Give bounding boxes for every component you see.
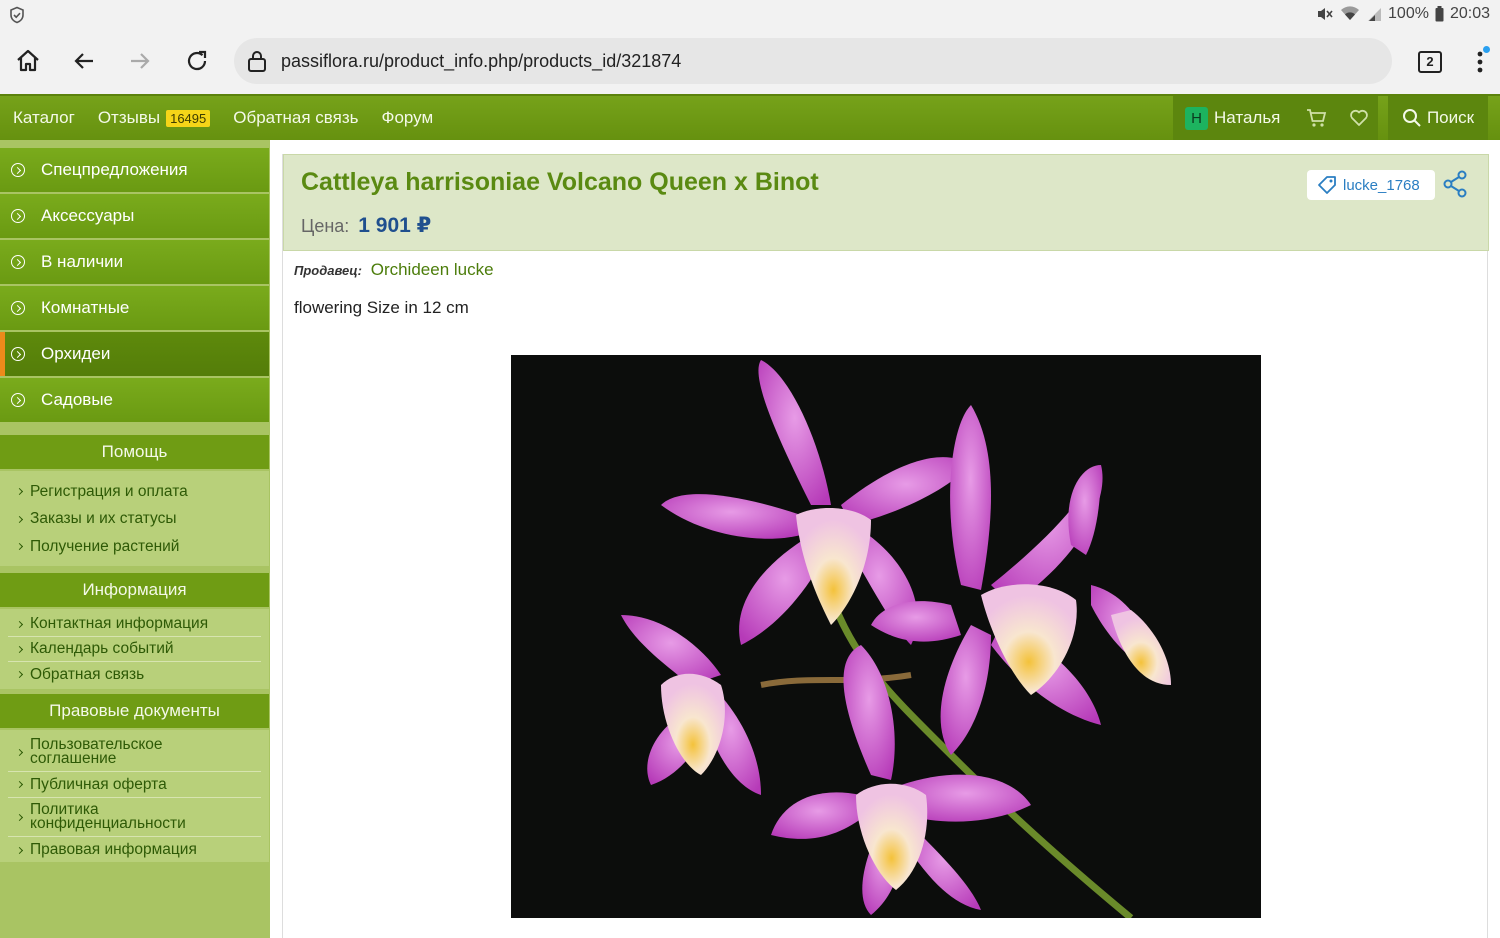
notification-dot — [1483, 46, 1490, 53]
arrow-circle-icon — [11, 209, 25, 223]
arrow-circle-icon — [11, 347, 25, 361]
legal-link-info[interactable]: Правовая информация — [8, 837, 269, 863]
chevron-right-icon — [15, 515, 24, 523]
chevron-right-icon — [15, 488, 24, 496]
signal-icon — [1368, 8, 1382, 21]
legal-link-privacy[interactable]: Политика конфиденциальности — [8, 798, 261, 837]
chevron-right-icon — [15, 846, 24, 854]
price-label: Цена: — [301, 216, 350, 236]
arrow-left-icon — [74, 53, 93, 69]
arrow-circle-icon — [11, 255, 25, 269]
chevron-right-icon — [15, 645, 24, 653]
category-accessories[interactable]: Аксессуары — [0, 194, 269, 240]
legal-link-user-agreement[interactable]: Пользовательское соглашение — [8, 733, 261, 772]
forward-button[interactable] — [123, 44, 157, 78]
reload-button[interactable] — [180, 44, 214, 78]
home-icon — [17, 49, 39, 72]
main-nav: Каталог Отзывы 16495 Обратная связь Форум — [0, 96, 443, 140]
info-link-calendar[interactable]: Календарь событий — [8, 637, 261, 662]
seller-link[interactable]: Orchideen lucke — [371, 260, 494, 279]
nav-forum[interactable]: Форум — [382, 108, 434, 128]
mute-icon — [1318, 8, 1333, 20]
address-bar[interactable]: passiflora.ru/product_info.php/products_… — [234, 38, 1392, 84]
home-button[interactable] — [11, 44, 45, 78]
category-in-stock[interactable]: В наличии — [0, 240, 269, 286]
heart-icon[interactable] — [1349, 108, 1369, 128]
chevron-right-icon — [15, 748, 24, 756]
info-link-feedback[interactable]: Обратная связь — [8, 662, 261, 687]
search-button[interactable]: Поиск — [1388, 96, 1488, 140]
info-link-contacts[interactable]: Контактная информация — [8, 612, 261, 637]
category-list: Спецпредложения Аксессуары В наличии Ком… — [0, 148, 269, 424]
arrow-right-icon — [131, 53, 150, 69]
avatar: Н — [1185, 106, 1208, 130]
seller-tag-button[interactable]: lucke_1768 — [1307, 170, 1435, 200]
category-orchids[interactable]: Орхидеи — [0, 332, 269, 378]
category-indoor[interactable]: Комнатные — [0, 286, 269, 332]
nav-reviews[interactable]: Отзывы 16495 — [98, 108, 211, 128]
browser-menu-button[interactable] — [1470, 46, 1490, 78]
battery-icon — [1435, 6, 1444, 22]
chevron-right-icon — [15, 670, 24, 679]
category-garden[interactable]: Садовые — [0, 378, 269, 424]
search-icon — [1402, 109, 1421, 127]
help-link-registration[interactable]: Регистрация и оплата — [0, 478, 269, 506]
tab-switcher-button[interactable]: 2 — [1418, 51, 1442, 73]
clock: 20:03 — [1449, 5, 1490, 22]
legal-links: Пользовательское соглашение Публичная офе… — [0, 730, 269, 862]
tag-icon — [1318, 176, 1336, 194]
arrow-circle-icon — [11, 301, 25, 315]
user-menu[interactable]: Н Наталья — [1173, 96, 1378, 140]
nav-feedback[interactable]: Обратная связь — [233, 108, 358, 128]
nav-catalog[interactable]: Каталог — [13, 108, 75, 128]
price-value: 1 901 ₽ — [358, 214, 432, 237]
seller-tag-label: lucke_1768 — [1343, 176, 1420, 194]
url-text[interactable]: passiflora.ru/product_info.php/products_… — [281, 51, 681, 72]
back-button[interactable] — [67, 44, 101, 78]
status-bar: 100% 20:03 — [0, 0, 1500, 30]
help-link-orders[interactable]: Заказы и их статусы — [0, 506, 269, 534]
info-links: Контактная информация Календарь событий … — [0, 609, 269, 689]
reviews-count-badge: 16495 — [166, 109, 211, 127]
product-header: Cattleya harrisoniae Volcano Queen x Bin… — [283, 154, 1489, 251]
help-heading: Помощь — [0, 435, 269, 469]
lock-icon — [248, 51, 266, 72]
orchid-photo-icon — [621, 360, 1171, 918]
sidebar: Спецпредложения Аксессуары В наличии Ком… — [0, 140, 270, 938]
chevron-right-icon — [15, 543, 24, 551]
share-icon[interactable] — [1442, 170, 1468, 198]
battery-percent: 100% — [1388, 5, 1429, 22]
user-name[interactable]: Наталья — [1214, 108, 1280, 128]
browser-toolbar: passiflora.ru/product_info.php/products_… — [0, 30, 1500, 94]
help-link-receiving[interactable]: Получение растений — [0, 533, 269, 561]
product-panel: Cattleya harrisoniae Volcano Queen x Bin… — [282, 154, 1489, 938]
category-specials[interactable]: Спецпредложения — [0, 148, 269, 194]
product-photo[interactable] — [511, 355, 1261, 918]
product-title: Cattleya harrisoniae Volcano Queen x Bin… — [301, 168, 819, 196]
search-label: Поиск — [1426, 108, 1475, 127]
price-row: Цена: 1 901 ₽ — [301, 213, 431, 238]
arrow-circle-icon — [11, 163, 25, 177]
seller-label: Продавец: — [294, 263, 362, 278]
product-description: flowering Size in 12 cm — [294, 298, 469, 317]
seller-row: Продавец: Orchideen lucke — [294, 260, 494, 280]
chevron-right-icon — [15, 813, 24, 821]
chevron-right-icon — [15, 620, 24, 628]
wifi-icon — [1341, 6, 1360, 21]
chevron-right-icon — [15, 780, 24, 789]
info-heading: Информация — [0, 573, 269, 607]
reload-icon — [187, 50, 207, 71]
legal-link-offer[interactable]: Публичная оферта — [8, 772, 261, 798]
help-links: Регистрация и оплата Заказы и их статусы… — [0, 471, 269, 566]
cart-icon[interactable] — [1306, 108, 1328, 128]
arrow-circle-icon — [11, 393, 25, 407]
legal-heading: Правовые документы — [0, 694, 269, 728]
site-header: Каталог Отзывы 16495 Обратная связь Форум… — [0, 94, 1500, 140]
shield-check-icon — [10, 6, 24, 24]
